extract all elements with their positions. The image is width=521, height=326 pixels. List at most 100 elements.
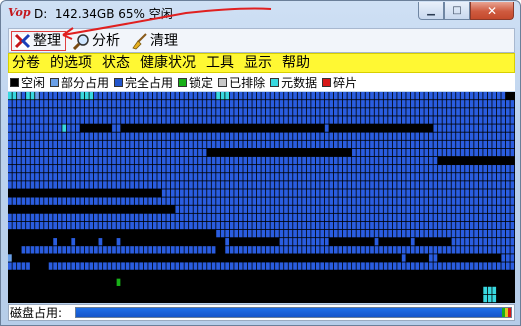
cluster-block: [505, 181, 510, 189]
cluster-block: [397, 197, 402, 205]
cluster-block: [193, 92, 198, 100]
cluster-block: [261, 156, 266, 165]
cluster-block: [143, 262, 148, 270]
menu-health[interactable]: 健康状况: [140, 54, 196, 72]
menu-status[interactable]: 状态: [102, 54, 130, 72]
cluster-block: [279, 140, 284, 149]
cluster-block: [26, 181, 30, 189]
cluster-block: [121, 140, 125, 149]
cluster-block: [130, 173, 134, 181]
cluster-block: [456, 213, 460, 222]
cluster-block: [361, 205, 365, 213]
cluster-block: [152, 262, 157, 270]
cluster-block: [487, 294, 492, 303]
cluster-block: [229, 165, 234, 173]
cluster-block: [315, 221, 320, 230]
cluster-block: [216, 221, 220, 230]
menu-help[interactable]: 帮助: [282, 54, 310, 72]
cluster-block: [261, 108, 266, 116]
cluster-block: [252, 246, 257, 254]
cluster-block: [207, 221, 211, 230]
cluster-block: [220, 92, 225, 100]
cluster-block: [338, 156, 343, 165]
cluster-block: [275, 140, 279, 149]
menu-volume[interactable]: 分卷: [12, 54, 40, 72]
cluster-block: [275, 197, 279, 205]
clean-button[interactable]: 清理: [131, 31, 178, 51]
cluster-block: [17, 165, 21, 173]
cluster-block: [220, 181, 225, 189]
title-bar[interactable]: Vop D: 142.34GB 65% 空闲 ▁ □ ✕: [1, 1, 520, 27]
cluster-block: [48, 246, 53, 254]
cluster-block: [130, 140, 134, 149]
cluster-block: [53, 262, 57, 270]
cluster-block: [193, 132, 198, 140]
cluster-block: [324, 246, 329, 254]
cluster-block: [66, 108, 71, 116]
cluster-block: [505, 197, 510, 205]
cluster-block: [293, 92, 297, 100]
minimize-button[interactable]: ▁: [418, 2, 444, 20]
cluster-block: [198, 156, 202, 165]
cluster-block: [379, 205, 383, 213]
cluster-block: [311, 173, 316, 181]
defrag-button[interactable]: 整理: [11, 31, 66, 51]
close-button[interactable]: ✕: [470, 2, 514, 20]
cluster-block: [383, 262, 388, 270]
maximize-button[interactable]: □: [444, 2, 470, 20]
cluster-block: [94, 262, 98, 270]
cluster-block: [469, 92, 474, 100]
cluster-block: [297, 92, 302, 100]
menu-options[interactable]: 的选项: [50, 54, 92, 72]
cluster-block: [424, 246, 429, 254]
cluster-block: [320, 246, 325, 254]
cluster-block: [261, 197, 266, 205]
cluster-block: [261, 229, 266, 238]
menu-tools[interactable]: 工具: [206, 54, 234, 72]
cluster-block: [456, 246, 460, 254]
cluster-block: [130, 213, 134, 222]
cluster-block: [469, 108, 474, 116]
cluster-block: [320, 92, 325, 100]
menu-view[interactable]: 显示: [244, 54, 272, 72]
cluster-block: [89, 221, 94, 230]
cluster-block: [62, 173, 67, 181]
cluster-block: [370, 189, 374, 197]
cluster-block: [288, 92, 293, 100]
cluster-block: [107, 221, 112, 230]
cluster-block: [107, 92, 112, 100]
cluster-block: [415, 140, 420, 149]
cluster-block: [220, 197, 225, 205]
cluster-block: [94, 213, 98, 222]
cluster-block: [365, 197, 370, 205]
cluster-block: [35, 181, 39, 189]
cluster-block: [447, 92, 451, 100]
cluster-block: [143, 92, 148, 100]
cluster-block: [17, 156, 21, 165]
cluster-block: [193, 197, 198, 205]
cluster-block: [80, 156, 85, 165]
cluster-block: [234, 197, 239, 205]
cluster-block: [478, 197, 483, 205]
cluster-block: [315, 197, 320, 205]
analyze-button[interactable]: 分析: [73, 31, 120, 51]
cluster-map[interactable]: [8, 92, 515, 303]
cluster-block: [166, 92, 171, 100]
cluster-block: [293, 189, 297, 197]
cluster-block: [207, 197, 211, 205]
cluster-block: [352, 92, 356, 100]
cluster-block: [315, 181, 320, 189]
cluster-block: [356, 181, 361, 189]
cluster-block: [148, 221, 153, 230]
cluster-block: [275, 246, 279, 254]
cluster-block: [157, 92, 162, 100]
cluster-block: [324, 140, 329, 149]
cluster-block: [270, 221, 275, 230]
cluster-block: [193, 108, 198, 116]
cluster-block: [243, 92, 248, 100]
cluster-block: [247, 246, 252, 254]
cluster-block: [329, 108, 334, 116]
cluster-block: [428, 140, 433, 149]
cluster-block: [266, 246, 270, 254]
cluster-block: [501, 262, 506, 270]
